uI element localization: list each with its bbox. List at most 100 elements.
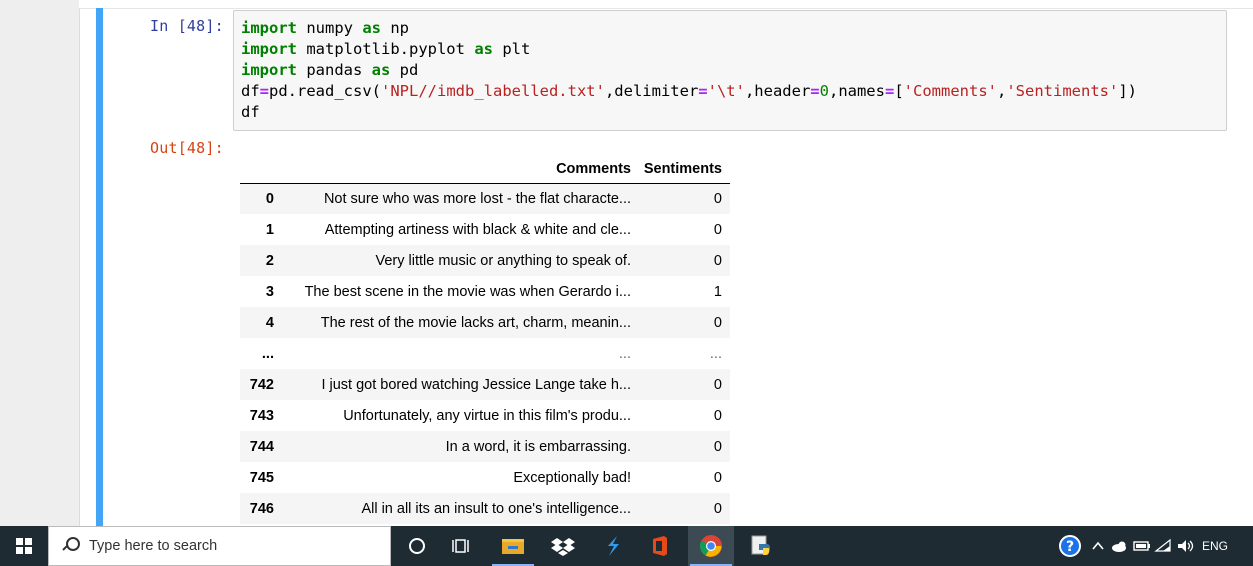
sentiment-cell: 0 — [713, 314, 722, 331]
table-row: ......... — [240, 338, 730, 369]
office-button[interactable] — [637, 526, 683, 566]
comment-cell: I just got bored watching Jessice Lange … — [321, 376, 631, 393]
cloud-icon[interactable] — [1110, 538, 1130, 554]
table-row: 746 All in all its an insult to one's int… — [240, 493, 730, 524]
start-button[interactable] — [0, 526, 48, 566]
code-token: pd.read_csv( — [269, 82, 381, 100]
table-row: 742 I just got bored watching Jessice Lan… — [240, 369, 730, 400]
code-token: ]) — [1118, 82, 1137, 100]
code-token: as — [371, 61, 391, 79]
code-token: pd — [390, 61, 419, 79]
table-row: 0 Not sure who was more lost - the flat c… — [240, 183, 730, 214]
table-row: 4 The rest of the movie lacks art, charm,… — [240, 307, 730, 338]
code-token: import — [241, 40, 297, 58]
code-token: import — [241, 19, 297, 37]
code-token: = — [884, 82, 895, 100]
row-index: 1 — [265, 221, 274, 238]
code-token: matplotlib.pyplot — [297, 40, 475, 58]
sentiment-cell: 0 — [713, 438, 722, 455]
comment-cell: ... — [618, 345, 631, 362]
code-token: as — [474, 40, 493, 58]
code-token: '\t' — [707, 82, 745, 100]
code-token: [ — [894, 82, 904, 100]
row-index: 745 — [249, 469, 274, 486]
row-index: 742 — [249, 376, 274, 393]
vscode-icon — [608, 536, 619, 556]
index-header — [240, 155, 282, 183]
table-row: 1 Attempting artiness with black & white … — [240, 214, 730, 245]
code-token: ,delimiter — [604, 82, 699, 100]
chrome-button[interactable] — [688, 526, 734, 566]
battery-icon[interactable] — [1132, 538, 1152, 554]
python-idle-icon — [751, 535, 770, 555]
code-token: import — [241, 61, 297, 79]
office-icon — [653, 536, 667, 556]
file-explorer-icon — [502, 539, 524, 554]
input-prompt: In [48]: — [150, 17, 224, 35]
code-line: df=pd.read_csv('NPL//imdb_labelled.txt',… — [241, 81, 1226, 102]
dropbox-icon — [551, 538, 575, 556]
wifi-icon[interactable] — [1154, 538, 1174, 554]
code-token: np — [381, 19, 409, 37]
sentiment-cell: 0 — [713, 221, 722, 238]
table-row: 743 Unfortunately, any virtue in this fil… — [240, 400, 730, 431]
task-view-button[interactable] — [440, 526, 486, 566]
dropbox-button[interactable] — [540, 526, 586, 566]
row-index: 746 — [249, 500, 274, 517]
table-row: 744 In a word, it is embarrassing. 0 — [240, 431, 730, 462]
code-token: , — [997, 82, 1007, 100]
row-index: ... — [261, 345, 274, 362]
previous-cell-edge — [79, 0, 1253, 9]
row-index: 743 — [249, 407, 274, 424]
sentiment-cell: 0 — [713, 469, 722, 486]
code-token: df — [241, 82, 260, 100]
code-token: pandas — [297, 61, 372, 79]
cortana-icon — [409, 538, 425, 554]
row-index: 4 — [265, 314, 274, 331]
svg-text:?: ? — [1066, 539, 1074, 555]
cortana-button[interactable] — [394, 526, 440, 566]
task-view-icon — [452, 539, 469, 553]
windows-taskbar: Type here to search ? ENG — [0, 526, 1253, 566]
code-token: = — [698, 82, 708, 100]
code-token: = — [259, 82, 270, 100]
table-row: 2 Very little music or anything to speak … — [240, 245, 730, 276]
search-icon — [61, 536, 81, 556]
code-token: as — [362, 19, 381, 37]
chevron-up-icon[interactable] — [1090, 538, 1106, 554]
comment-cell: Attempting artiness with black & white a… — [324, 221, 631, 238]
file-explorer-button[interactable] — [490, 526, 536, 566]
comment-cell: Very little music or anything to speak o… — [375, 252, 632, 269]
row-index: 744 — [249, 438, 274, 455]
vscode-button[interactable] — [590, 526, 636, 566]
code-token: 'NPL//imdb_labelled.txt' — [381, 82, 605, 100]
sentiment-cell: ... — [709, 345, 722, 362]
volume-icon[interactable] — [1176, 538, 1196, 554]
sentiment-cell: 0 — [713, 500, 722, 517]
row-index: 0 — [265, 190, 274, 207]
row-index: 3 — [265, 283, 274, 300]
taskbar-search-box[interactable]: Type here to search — [48, 526, 391, 566]
selected-cell-indicator[interactable] — [96, 8, 103, 526]
python-idle-button[interactable] — [738, 526, 784, 566]
sentiment-cell: 0 — [713, 376, 722, 393]
comment-cell: Unfortunately, any virtue in this film's… — [343, 407, 631, 424]
sentiment-cell: 1 — [713, 283, 722, 300]
windows-start-icon — [16, 538, 32, 554]
chrome-icon — [700, 535, 722, 557]
comment-cell: The best scene in the movie was when Ger… — [304, 283, 631, 300]
column-header-sentiments: Sentiments — [643, 160, 722, 177]
code-line: import matplotlib.pyplot as plt — [241, 39, 1226, 60]
code-line: import pandas as pd — [241, 60, 1226, 81]
column-header-comments: Comments — [556, 160, 631, 177]
code-token: ,header — [744, 82, 811, 100]
dataframe-output: Comments Sentiments 0 Not sure who was mo… — [240, 155, 730, 524]
help-icon[interactable]: ? — [1058, 534, 1082, 558]
code-token: 0 — [819, 82, 829, 100]
language-indicator[interactable]: ENG — [1202, 539, 1228, 553]
comment-cell: In a word, it is embarrassing. — [445, 438, 631, 455]
comment-cell: The rest of the movie lacks art, charm, … — [320, 314, 631, 331]
code-cell-input[interactable]: import numpy as np import matplotlib.pypl… — [233, 10, 1227, 131]
comment-cell: Not sure who was more lost - the flat ch… — [323, 190, 631, 207]
code-token: ,names — [828, 82, 885, 100]
